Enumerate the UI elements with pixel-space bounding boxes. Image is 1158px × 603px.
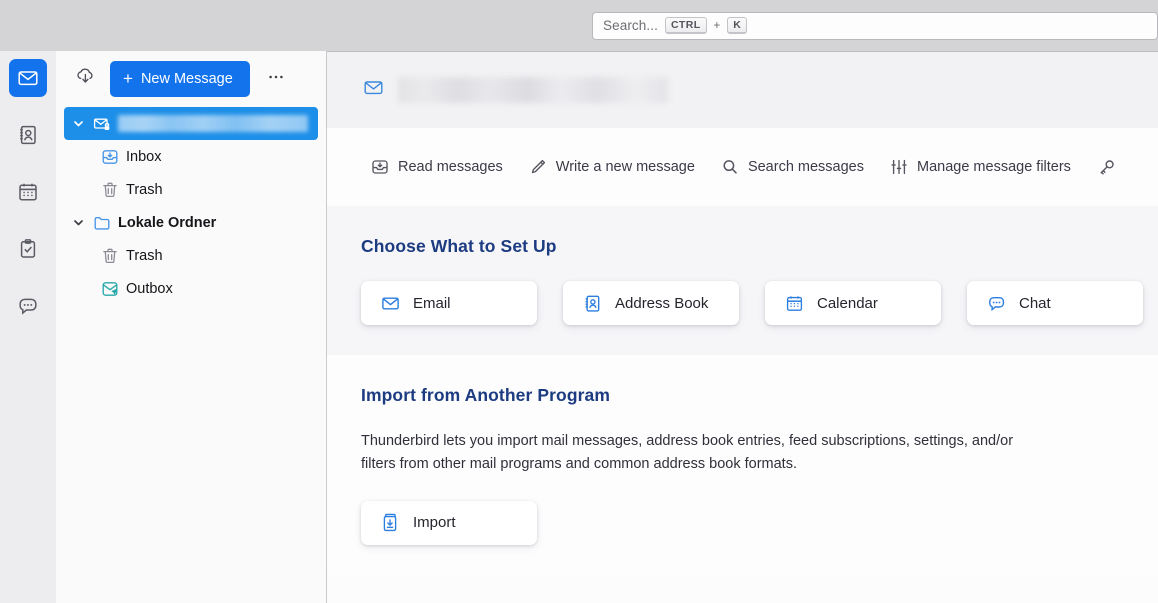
setup-card-email[interactable]: Email — [361, 281, 537, 325]
search-shortcut-ctrl: CTRL — [664, 17, 707, 34]
clipboard-check-icon — [17, 238, 39, 260]
folder-icon — [93, 214, 111, 232]
cloud-download-icon — [75, 66, 96, 92]
account-name-redacted — [398, 77, 668, 103]
rail-item-calendar[interactable] — [9, 173, 47, 211]
folder-pane-header: + New Message — [56, 51, 326, 107]
chat-bubble-icon — [17, 295, 39, 317]
read-messages-link[interactable]: Read messages — [361, 152, 519, 182]
app-body: + New Message Inbox Trash Lokale Ordner … — [0, 51, 1158, 603]
tool-link-label: Read messages — [398, 159, 503, 175]
tool-link-label: Search messages — [747, 159, 864, 175]
search-messages-link[interactable]: Search messages — [711, 152, 880, 182]
setup-card-label: Chat — [1019, 294, 1051, 312]
account-header — [327, 52, 1158, 128]
account-name-redacted — [118, 115, 308, 132]
ellipsis-icon — [267, 68, 285, 91]
search-input[interactable]: Search... CTRL + K — [592, 11, 1158, 40]
search-placeholder: Search... — [603, 18, 658, 33]
folder-row-account[interactable] — [64, 107, 318, 140]
setup-card-address-book[interactable]: Address Book — [563, 281, 739, 325]
folder-pane-more-button[interactable] — [262, 65, 290, 93]
rail-item-mail[interactable] — [9, 59, 47, 97]
manage-filters-link[interactable]: Manage message filters — [880, 152, 1087, 182]
chevron-down-icon[interactable] — [70, 116, 86, 132]
spaces-rail — [0, 51, 56, 603]
folder-label: Inbox — [126, 148, 162, 165]
titlebar: Search... CTRL + K — [0, 0, 1158, 51]
setup-section-title: Choose What to Set Up — [361, 236, 557, 256]
import-card-label: Import — [413, 514, 456, 532]
filters-icon — [890, 158, 908, 176]
folder-label: Outbox — [126, 280, 173, 297]
account-central-content: Read messages Write a new message Search… — [327, 51, 1158, 603]
setup-card-label: Email — [413, 294, 451, 312]
search-shortcut-k: K — [727, 17, 748, 34]
calendar-icon — [17, 181, 39, 203]
thunderbird-window: Search... CTRL + K + New Message Inbox T… — [0, 0, 1158, 603]
account-actions-toolbar: Read messages Write a new message Search… — [327, 128, 1158, 206]
get-messages-button[interactable] — [70, 64, 100, 94]
folder-row-trash-account[interactable]: Trash — [64, 173, 318, 206]
global-search-container: Search... CTRL + K — [592, 0, 1158, 51]
folder-pane: + New Message Inbox Trash Lokale Ordner … — [56, 51, 327, 603]
chevron-down-icon[interactable] — [70, 215, 86, 231]
rail-item-tasks[interactable] — [9, 230, 47, 268]
setup-card-label: Calendar — [817, 294, 878, 312]
import-icon — [381, 513, 400, 532]
setup-section: Choose What to Set Up Email Address Book… — [327, 206, 1158, 355]
new-message-label: New Message — [140, 71, 233, 87]
folder-label: Trash — [126, 181, 163, 198]
new-message-button[interactable]: + New Message — [110, 61, 250, 97]
envelope-icon — [17, 67, 39, 89]
tool-link-label: Manage message filters — [917, 159, 1071, 175]
envelope-icon — [363, 77, 384, 103]
folder-row-local-folders[interactable]: Lokale Ordner — [64, 206, 318, 239]
setup-card-row: Email Address Book Calendar Chat — [361, 281, 1158, 325]
secure-mail-icon — [93, 115, 111, 133]
key-icon — [1097, 158, 1116, 177]
import-section-description: Thunderbird lets you import mail message… — [361, 433, 1014, 473]
trash-icon — [101, 247, 119, 265]
folder-label: Trash — [126, 247, 163, 264]
outbox-icon — [101, 280, 119, 298]
chat-bubble-icon — [987, 294, 1006, 313]
rail-item-address-book[interactable] — [9, 116, 47, 154]
folder-label: Lokale Ordner — [118, 214, 217, 231]
setup-card-chat[interactable]: Chat — [967, 281, 1143, 325]
address-book-icon — [17, 124, 39, 146]
tool-link-label: Write a new message — [555, 159, 695, 175]
search-shortcut-plus: + — [713, 19, 721, 32]
pencil-icon — [529, 158, 547, 176]
end-to-end-encryption-link[interactable] — [1087, 152, 1133, 183]
folder-row-trash-local[interactable]: Trash — [64, 239, 318, 272]
calendar-icon — [785, 294, 804, 313]
import-section-title: Import from Another Program — [361, 385, 611, 405]
write-message-link[interactable]: Write a new message — [519, 152, 711, 182]
inbox-icon — [101, 148, 119, 166]
envelope-icon — [381, 294, 400, 313]
rail-item-chat[interactable] — [9, 287, 47, 325]
address-book-icon — [583, 294, 602, 313]
folder-row-outbox[interactable]: Outbox — [64, 272, 318, 305]
plus-icon: + — [123, 69, 133, 88]
import-button-card[interactable]: Import — [361, 500, 537, 545]
import-card-row: Import — [361, 500, 1158, 545]
inbox-icon — [371, 158, 389, 176]
search-icon — [721, 158, 739, 176]
titlebar-drag-area — [0, 0, 592, 51]
trash-icon — [101, 181, 119, 199]
folder-tree: Inbox Trash Lokale Ordner Trash Outbox — [56, 107, 326, 305]
import-section: Import from Another Program Thunderbird … — [327, 355, 1158, 575]
setup-card-calendar[interactable]: Calendar — [765, 281, 941, 325]
folder-row-inbox[interactable]: Inbox — [64, 140, 318, 173]
setup-card-label: Address Book — [615, 294, 709, 312]
